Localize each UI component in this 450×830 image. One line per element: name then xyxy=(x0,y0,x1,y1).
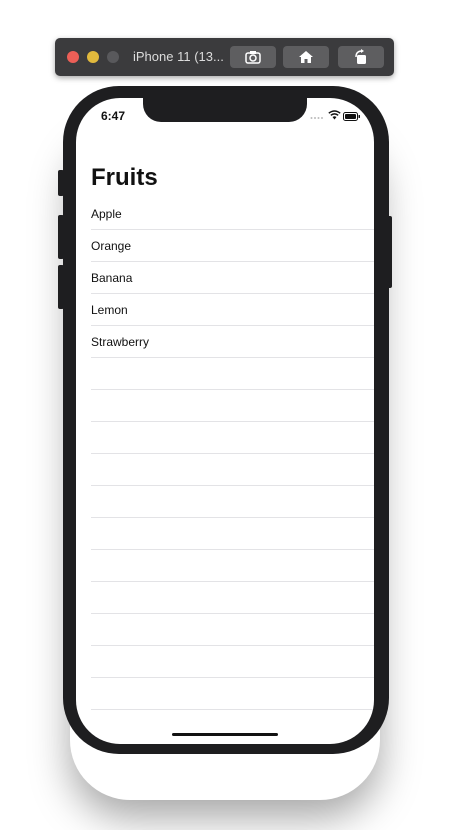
list-item[interactable]: Banana xyxy=(91,262,374,294)
zoom-window-button[interactable] xyxy=(107,51,119,63)
battery-icon xyxy=(343,112,360,121)
list-item-label: Lemon xyxy=(91,303,128,317)
rotate-icon xyxy=(355,49,366,64)
rotate-button[interactable] xyxy=(338,46,384,68)
empty-list-row xyxy=(91,614,374,646)
empty-list-row xyxy=(91,358,374,390)
empty-list-row xyxy=(91,486,374,518)
empty-list-row xyxy=(91,454,374,486)
notch xyxy=(143,98,307,122)
phone-screen: 6:47 Fruits Apple Orange Banana Lemon Strawb… xyxy=(76,98,374,744)
minimize-window-button[interactable] xyxy=(87,51,99,63)
page-title: Fruits xyxy=(91,164,158,191)
device-title: iPhone 11 (13... xyxy=(133,49,224,64)
empty-list-row xyxy=(91,422,374,454)
empty-list-row xyxy=(91,646,374,678)
home-icon xyxy=(299,51,313,63)
list-item[interactable]: Strawberry xyxy=(91,326,374,358)
list-item[interactable]: Orange xyxy=(91,230,374,262)
list-item[interactable]: Lemon xyxy=(91,294,374,326)
list-item-label: Banana xyxy=(91,271,133,285)
wifi-icon xyxy=(328,110,341,120)
empty-list-row xyxy=(91,550,374,582)
camera-icon xyxy=(245,51,261,64)
empty-list-row xyxy=(91,678,374,710)
list-item-label: Strawberry xyxy=(91,335,150,349)
list-item-label: Orange xyxy=(91,239,132,253)
signal-icon xyxy=(310,117,323,119)
list-item-label: Apple xyxy=(91,207,122,221)
status-icons xyxy=(310,110,360,122)
home-indicator[interactable] xyxy=(172,733,278,736)
list-item[interactable]: Apple xyxy=(91,198,374,230)
fruit-list: Apple Orange Banana Lemon Strawberry xyxy=(91,198,374,710)
empty-list-row xyxy=(91,582,374,614)
status-time: 6:47 xyxy=(101,109,126,123)
simulator-toolbar: iPhone 11 (13... xyxy=(55,38,394,76)
empty-list-row xyxy=(91,390,374,422)
empty-list-row xyxy=(91,518,374,550)
close-window-button[interactable] xyxy=(67,51,79,63)
screenshot-button[interactable] xyxy=(230,46,276,68)
home-button[interactable] xyxy=(283,46,329,68)
